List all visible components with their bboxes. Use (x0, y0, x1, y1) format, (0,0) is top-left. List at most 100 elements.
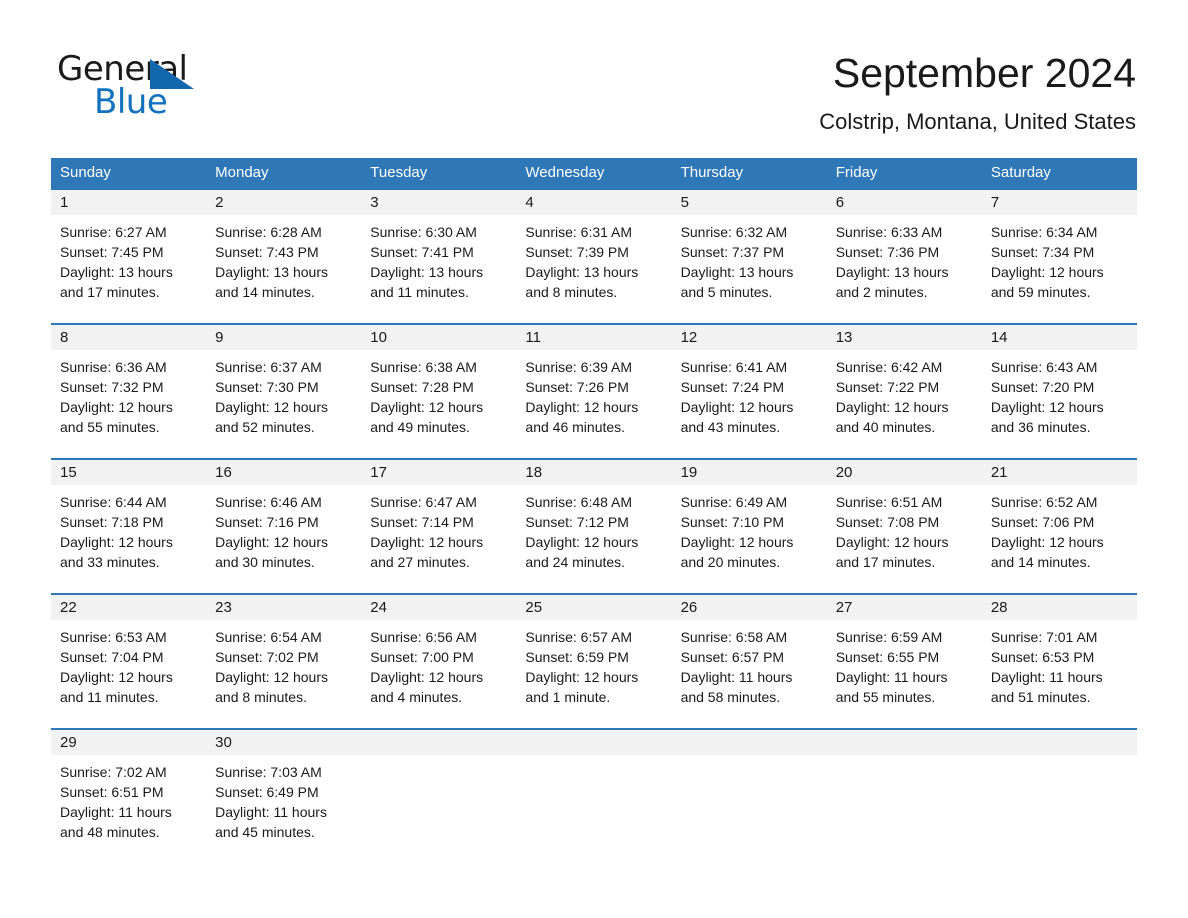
day-number: 22 (60, 599, 77, 616)
sunset-text: Sunset: 6:57 PM (680, 649, 785, 665)
day-cell[interactable]: 11 Sunrise: 6:39 AM Sunset: 7:26 PM Dayl… (516, 325, 672, 458)
sunrise-text: Sunrise: 6:36 AM (60, 359, 167, 375)
day-cell[interactable]: 18 Sunrise: 6:48 AM Sunset: 7:12 PM Dayl… (516, 460, 672, 593)
daylight-text-line1: Daylight: 12 hours (525, 534, 639, 550)
day-details: Sunrise: 6:47 AM Sunset: 7:14 PM Dayligh… (361, 485, 516, 572)
day-number: 28 (990, 599, 1008, 616)
sunrise-text: Sunrise: 6:33 AM (835, 224, 943, 240)
day-cell[interactable]: 27 Sunrise: 6:59 AM Sunset: 6:55 PM Dayl… (826, 595, 982, 728)
day-details: Sunrise: 6:44 AM Sunset: 7:18 PM Dayligh… (51, 485, 206, 572)
day-number-band: 4 (516, 190, 672, 215)
day-cell[interactable]: 7 Sunrise: 6:34 AM Sunset: 7:34 PM Dayli… (981, 190, 1137, 323)
day-number: 26 (680, 599, 698, 616)
day-cell[interactable]: 30 Sunrise: 7:03 AM Sunset: 6:49 PM Dayl… (206, 730, 362, 863)
sunset-text: Sunset: 7:26 PM (525, 379, 629, 395)
daylight-text-line2: and 14 minutes. (215, 284, 315, 300)
day-cell[interactable]: 19 Sunrise: 6:49 AM Sunset: 7:10 PM Dayl… (671, 460, 827, 593)
sunrise-text: Sunrise: 7:01 AM (990, 629, 1098, 645)
day-cell[interactable]: 21 Sunrise: 6:52 AM Sunset: 7:06 PM Dayl… (981, 460, 1137, 593)
day-details: Sunrise: 6:27 AM Sunset: 7:45 PM Dayligh… (51, 215, 206, 302)
day-cell-empty (361, 730, 517, 863)
daylight-text-line1: Daylight: 12 hours (370, 534, 484, 550)
daylight-text-line1: Daylight: 13 hours (370, 264, 484, 280)
day-cell[interactable]: 15 Sunrise: 6:44 AM Sunset: 7:18 PM Dayl… (51, 460, 207, 593)
daylight-text-line1: Daylight: 11 hours (680, 669, 793, 685)
daylight-text-line2: and 14 minutes. (990, 554, 1091, 570)
daylight-text-line1: Daylight: 12 hours (680, 534, 794, 550)
daylight-text-line1: Daylight: 12 hours (835, 534, 949, 550)
day-number: 5 (680, 194, 689, 211)
sunset-text: Sunset: 7:04 PM (60, 649, 164, 665)
day-details: Sunrise: 6:39 AM Sunset: 7:26 PM Dayligh… (516, 350, 671, 437)
day-cell[interactable]: 26 Sunrise: 6:58 AM Sunset: 6:57 PM Dayl… (671, 595, 827, 728)
day-cell[interactable]: 8 Sunrise: 6:36 AM Sunset: 7:32 PM Dayli… (51, 325, 207, 458)
day-details: Sunrise: 6:42 AM Sunset: 7:22 PM Dayligh… (827, 350, 982, 437)
day-cell[interactable]: 23 Sunrise: 6:54 AM Sunset: 7:02 PM Dayl… (206, 595, 362, 728)
day-cell[interactable]: 20 Sunrise: 6:51 AM Sunset: 7:08 PM Dayl… (826, 460, 982, 593)
logo-text-blue: Blue (94, 82, 168, 122)
day-details: Sunrise: 6:56 AM Sunset: 7:00 PM Dayligh… (361, 620, 516, 707)
day-cell[interactable]: 13 Sunrise: 6:42 AM Sunset: 7:22 PM Dayl… (826, 325, 982, 458)
day-cell[interactable]: 10 Sunrise: 6:38 AM Sunset: 7:28 PM Dayl… (361, 325, 517, 458)
day-cell[interactable]: 3 Sunrise: 6:30 AM Sunset: 7:41 PM Dayli… (361, 190, 517, 323)
day-cell[interactable]: 4 Sunrise: 6:31 AM Sunset: 7:39 PM Dayli… (516, 190, 672, 323)
day-cell-empty (516, 730, 672, 863)
day-details (516, 755, 671, 762)
day-number-band (981, 730, 1137, 755)
day-details: Sunrise: 6:59 AM Sunset: 6:55 PM Dayligh… (827, 620, 982, 707)
daylight-text-line2: and 36 minutes. (990, 419, 1091, 435)
sunrise-text: Sunrise: 7:03 AM (215, 764, 322, 780)
sunrise-text: Sunrise: 6:54 AM (215, 629, 322, 645)
day-cell[interactable]: 16 Sunrise: 6:46 AM Sunset: 7:16 PM Dayl… (206, 460, 362, 593)
daylight-text-line1: Daylight: 12 hours (370, 669, 484, 685)
sunrise-text: Sunrise: 6:43 AM (990, 359, 1098, 375)
daylight-text-line1: Daylight: 12 hours (990, 264, 1104, 280)
daylight-text-line2: and 55 minutes. (835, 689, 936, 705)
day-cell[interactable]: 22 Sunrise: 6:53 AM Sunset: 7:04 PM Dayl… (51, 595, 207, 728)
day-number-band (826, 730, 982, 755)
daylight-text-line2: and 49 minutes. (370, 419, 470, 435)
sunrise-text: Sunrise: 6:38 AM (370, 359, 477, 375)
daylight-text-line2: and 11 minutes. (60, 689, 159, 705)
day-cell[interactable]: 5 Sunrise: 6:32 AM Sunset: 7:37 PM Dayli… (671, 190, 827, 323)
sunset-text: Sunset: 7:22 PM (835, 379, 940, 395)
day-number-band: 15 (51, 460, 207, 485)
sunset-text: Sunset: 7:00 PM (370, 649, 474, 665)
day-cell[interactable]: 29 Sunrise: 7:02 AM Sunset: 6:51 PM Dayl… (51, 730, 207, 863)
day-number: 30 (215, 734, 232, 751)
daylight-text-line1: Daylight: 13 hours (680, 264, 794, 280)
day-cell[interactable]: 25 Sunrise: 6:57 AM Sunset: 6:59 PM Dayl… (516, 595, 672, 728)
day-cell[interactable]: 1 Sunrise: 6:27 AM Sunset: 7:45 PM Dayli… (51, 190, 207, 323)
day-number-band (361, 730, 517, 755)
daylight-text-line1: Daylight: 12 hours (680, 399, 794, 415)
day-number-band: 3 (361, 190, 517, 215)
day-cell[interactable]: 24 Sunrise: 6:56 AM Sunset: 7:00 PM Dayl… (361, 595, 517, 728)
day-cell[interactable]: 14 Sunrise: 6:43 AM Sunset: 7:20 PM Dayl… (981, 325, 1137, 458)
day-number-band: 19 (671, 460, 827, 485)
day-cell[interactable]: 9 Sunrise: 6:37 AM Sunset: 7:30 PM Dayli… (206, 325, 362, 458)
day-number-band: 18 (516, 460, 672, 485)
day-number: 19 (680, 464, 698, 481)
daylight-text-line1: Daylight: 13 hours (60, 264, 173, 280)
day-cell[interactable]: 28 Sunrise: 7:01 AM Sunset: 6:53 PM Dayl… (981, 595, 1137, 728)
day-number-band: 2 (206, 190, 362, 215)
day-number: 1 (60, 194, 69, 211)
sunset-text: Sunset: 7:34 PM (990, 244, 1095, 260)
daylight-text-line2: and 8 minutes. (215, 689, 307, 705)
day-number-band: 25 (516, 595, 672, 620)
sunrise-text: Sunrise: 6:49 AM (680, 494, 788, 510)
daylight-text-line1: Daylight: 12 hours (215, 669, 328, 685)
day-number-band: 21 (981, 460, 1137, 485)
sunset-text: Sunset: 7:28 PM (370, 379, 474, 395)
day-cell-empty (671, 730, 827, 863)
page-title: September 2024 (832, 50, 1136, 96)
day-cell[interactable]: 6 Sunrise: 6:33 AM Sunset: 7:36 PM Dayli… (826, 190, 982, 323)
day-number-band: 28 (981, 595, 1137, 620)
day-cell[interactable]: 12 Sunrise: 6:41 AM Sunset: 7:24 PM Dayl… (671, 325, 827, 458)
weekday-header-monday: Monday (215, 164, 269, 181)
day-cell[interactable]: 17 Sunrise: 6:47 AM Sunset: 7:14 PM Dayl… (361, 460, 517, 593)
day-cell[interactable]: 2 Sunrise: 6:28 AM Sunset: 7:43 PM Dayli… (206, 190, 362, 323)
day-details: Sunrise: 7:02 AM Sunset: 6:51 PM Dayligh… (51, 755, 206, 842)
day-number-band: 29 (51, 730, 207, 755)
sunset-text: Sunset: 6:55 PM (835, 649, 940, 665)
